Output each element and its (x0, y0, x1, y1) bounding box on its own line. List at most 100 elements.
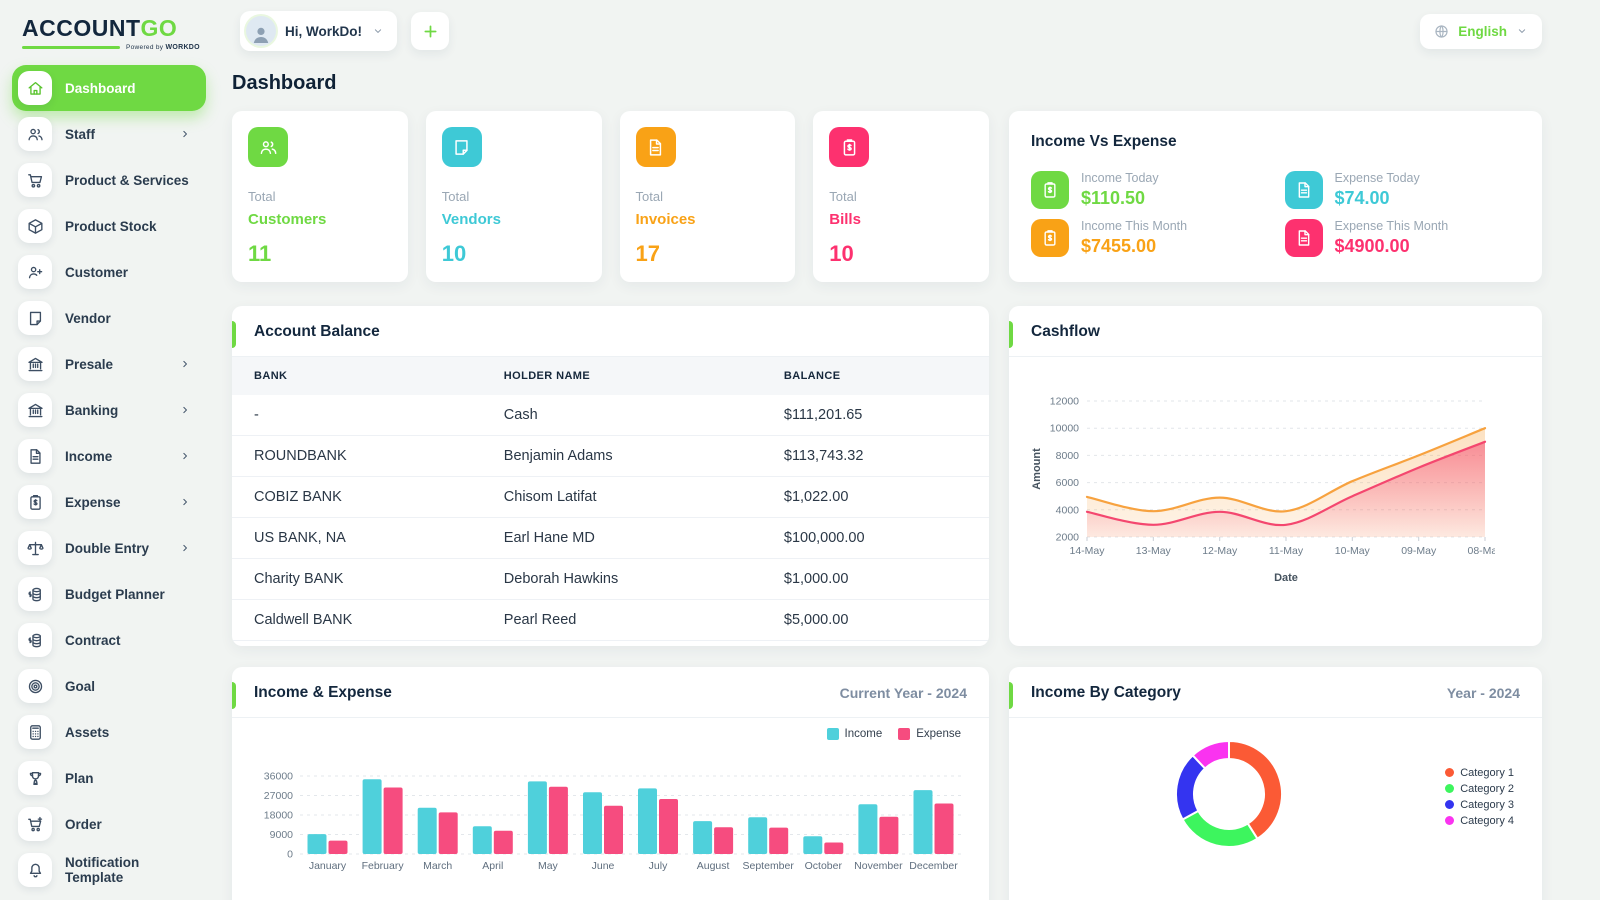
sidebar-item-presale[interactable]: Presale (12, 341, 206, 387)
panel-accent (1009, 321, 1013, 348)
user-menu[interactable]: Hi, WorkDo! (240, 11, 397, 51)
table-cell: $100,000.00 (761, 517, 989, 559)
sidebar-item-product-stock[interactable]: Product Stock (12, 203, 206, 249)
svg-text:0: 0 (287, 849, 293, 861)
globe-icon (1433, 23, 1450, 40)
sidebar-item-plan[interactable]: Plan (12, 755, 206, 801)
chevron-right-icon (178, 449, 192, 463)
cart-plus-icon (27, 816, 42, 832)
quick-add-button[interactable] (411, 12, 449, 50)
table-row: - Cash $111,201.65 (232, 395, 989, 436)
stat-card-bills[interactable]: Total Bills 10 (813, 111, 989, 282)
powered-by: Powered by WORKDO (126, 44, 200, 51)
svg-text:May: May (538, 860, 559, 872)
stat-label: Bills (829, 211, 861, 228)
ive-texts: Income Today $110.50 (1081, 171, 1159, 209)
sidebar-item-vendor[interactable]: Vendor (12, 295, 206, 341)
stat-card-invoices[interactable]: Total Invoices 17 (619, 111, 796, 282)
ive-label: Income This Month (1081, 219, 1188, 233)
coins-icon (18, 623, 52, 658)
sidebar-item-dashboard[interactable]: Dashboard (12, 65, 206, 112)
sidebar-item-label: Staff (65, 126, 95, 142)
clipboard-dollar-icon (1044, 182, 1056, 198)
table-row: ROUNDBANK Benjamin Adams $113,743.32 (232, 435, 989, 477)
file-icon (1298, 230, 1309, 246)
panel-accent (1009, 682, 1013, 709)
sidebar-item-staff[interactable]: Staff (12, 111, 206, 157)
calculator-icon (29, 724, 41, 740)
target-icon (18, 669, 52, 704)
page-title: Dashboard (232, 72, 337, 94)
ive-value: $4900.00 (1334, 236, 1410, 256)
stat-cards: Total Customers 11 Total Vendors 10 Total Invoi… (232, 111, 989, 282)
sidebar-item-order[interactable]: Order (12, 801, 206, 847)
brand-logo[interactable]: ACCOUNTGO Powered by WORKDO (12, 12, 216, 51)
donut-slice-category-1 (1228, 739, 1284, 841)
cashflow-title: Cashflow (1031, 323, 1100, 340)
donut-legend: Category 1 Category 2 Category 3 Category 4 (1445, 767, 1514, 827)
sidebar-item-label: Contract (65, 632, 121, 648)
income-by-category-chart (1167, 732, 1291, 861)
donut-slice-category-2 (1181, 809, 1259, 848)
sidebar-item-notification-template[interactable]: Notification Template (12, 847, 206, 893)
ive-entry-expense-this-month: Expense This Month $4900.00 (1284, 219, 1521, 257)
cart-icon (18, 163, 52, 198)
sidebar-item-label: Banking (65, 402, 119, 418)
sidebar-item-label: Product & Services (65, 172, 189, 188)
sidebar-item-contract[interactable]: Contract (12, 617, 206, 663)
chevron-down-icon (1515, 24, 1529, 38)
bank-icon (27, 357, 43, 371)
sidebar-item-assets[interactable]: Assets (12, 709, 206, 755)
box-icon (18, 209, 52, 244)
sidebar-item-label: Budget Planner (65, 586, 165, 602)
trophy-icon (29, 771, 41, 785)
sidebar-item-product-services[interactable]: Product & Services (12, 157, 206, 203)
clipboard-dollar-icon (1031, 219, 1069, 257)
stat-card-customers[interactable]: Total Customers 11 (232, 111, 408, 282)
chevron-down-icon (1518, 29, 1526, 33)
sidebar-item-banking[interactable]: Banking (12, 387, 206, 433)
income-expense-title: Income & Expense (254, 684, 392, 701)
svg-text:July: July (649, 860, 668, 872)
middle-row: Account Balance BANK HOLDER NAME BALANCE -… (232, 306, 1542, 646)
svg-text:October: October (805, 860, 843, 872)
cart-plus-icon (18, 807, 52, 842)
cart-icon (27, 173, 42, 188)
sidebar-item-budget-planner[interactable]: Budget Planner (12, 571, 206, 617)
ive-value: $110.50 (1081, 188, 1146, 208)
cashflow-card: Cashflow 2000 4000 6000 8000 10000 12000 14-Ma… (1009, 306, 1542, 646)
chevron-right-icon (183, 131, 187, 138)
table-cell: US BANK, NA (232, 517, 482, 559)
legend-item-category-4: Category 4 (1445, 815, 1514, 827)
powered-by-brand: WORKDO (165, 44, 200, 52)
sidebar-item-customer[interactable]: Customer (12, 249, 206, 295)
income-by-category-title: Income By Category (1031, 684, 1181, 701)
legend-dot (1445, 784, 1455, 793)
sidebar-item-goal[interactable]: Goal (12, 663, 206, 709)
chevron-right-icon (183, 407, 187, 414)
income-vs-expense-card: Income Vs Expense Income Today $110.50 Exp… (1009, 111, 1542, 282)
svg-text:12000: 12000 (1050, 396, 1079, 408)
table-row: US BANK, NA Earl Hane MD $100,000.00 (232, 517, 989, 559)
sidebar-item-expense[interactable]: Expense (12, 479, 206, 525)
table-cell: Chisom Latifat (481, 476, 762, 518)
coins-icon (27, 633, 41, 648)
powered-by-text: Powered by (126, 44, 164, 52)
income-by-category-card: Income By Category Year - 2024 Category … (1009, 667, 1542, 900)
sidebar-item-label: Dashboard (65, 80, 136, 96)
ive-label: Expense This Month (1334, 219, 1449, 233)
sidebar-item-income[interactable]: Income (12, 433, 206, 479)
topbar: Hi, WorkDo! English (232, 0, 1542, 52)
cashflow-area-svg: 2000 4000 6000 8000 10000 12000 14-May 13-May 12… (1031, 396, 1503, 585)
language-selector[interactable]: English (1420, 13, 1542, 49)
chevron-right-icon (178, 495, 192, 509)
table-cell: COBIZ BANK (232, 476, 482, 518)
stat-card-vendors[interactable]: Total Vendors 10 (425, 111, 602, 282)
app: ACCOUNTGO Powered by WORKDO Dashboard Sta… (0, 0, 1600, 900)
sidebar-item-label: Vendor (65, 310, 111, 326)
legend-label: Category 4 (1460, 814, 1514, 827)
legend-swatch (826, 728, 839, 740)
sidebar-item-double-entry[interactable]: Double Entry (12, 525, 206, 571)
svg-text:Amount: Amount (1031, 448, 1043, 490)
chevron-right-icon (183, 453, 187, 460)
